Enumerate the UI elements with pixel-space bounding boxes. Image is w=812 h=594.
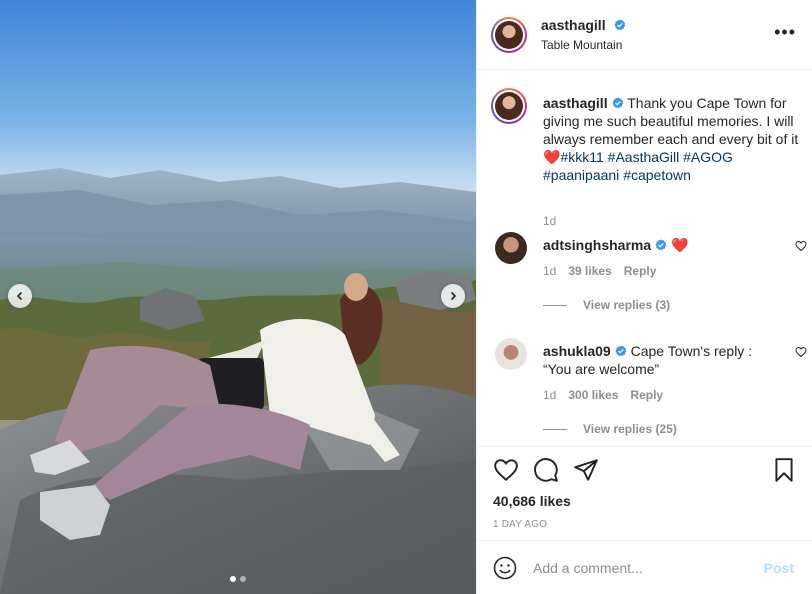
comment-time: 1d [543,264,557,278]
comment-body: ❤️ [671,237,689,253]
carousel-dot [240,576,246,582]
caption-avatar[interactable] [491,88,527,124]
author-username[interactable]: aasthagill [541,17,606,33]
bookmark-icon[interactable] [771,457,797,483]
carousel-dot-active [230,576,236,582]
commenter-avatar[interactable] [495,232,527,264]
view-replies-label: View replies (3) [583,298,671,312]
verified-icon [612,97,623,109]
commenter-username[interactable]: ashukla09 [543,343,611,359]
post-time-ago: 1 DAY AGO [493,519,548,530]
emoji-icon[interactable] [493,556,517,580]
caption-username[interactable]: aasthagill [543,95,608,111]
comment-text: adtsinghsharma ❤️ [543,236,763,254]
author-avatar[interactable] [491,16,527,53]
verified-icon [614,19,626,31]
comment-meta: 1d 300 likes Reply [543,388,663,402]
post-location[interactable]: Table Mountain [541,38,626,52]
chevron-left-icon [16,291,23,301]
view-replies-button[interactable]: View replies (3) [543,298,670,312]
caption-timestamp: 1d [543,214,557,228]
comment-text: ashukla09 Cape Town's reply : “You are w… [543,342,763,378]
comments-section: aasthagill Thank you Cape Town for givin… [477,70,812,446]
hashtag-link[interactable]: #AGOG [683,149,733,165]
post-sidebar: aasthagill Table Mountain ••• aasthagill… [476,0,812,594]
add-comment-bar: Post [477,540,812,594]
hashtag-link[interactable]: #capetown [623,167,691,183]
comment-input[interactable] [531,558,755,577]
verified-icon [615,345,627,357]
avatar-image [495,20,523,49]
commenter-avatar[interactable] [495,338,527,370]
view-replies-button[interactable]: View replies (25) [543,422,677,436]
commenter-username[interactable]: adtsinghsharma [543,237,651,253]
mountain-photo [0,168,476,594]
caption-text: aasthagill Thank you Cape Town for givin… [543,94,799,184]
more-options-icon[interactable]: ••• [774,22,796,43]
reply-button[interactable]: Reply [630,388,663,402]
view-replies-label: View replies (25) [583,422,677,436]
post-photo[interactable] [0,0,476,594]
reply-button[interactable]: Reply [624,264,657,278]
carousel-prev-button[interactable] [8,284,32,308]
post-actions: 40,686 likes 1 DAY AGO [477,446,812,530]
comment-likes[interactable]: 300 likes [568,388,618,402]
heart-emoji: ❤️ [543,149,561,165]
hashtag-link[interactable]: #paanipaani [543,167,619,183]
comment-like-heart-icon[interactable] [795,346,807,358]
comment-time: 1d [543,388,557,402]
divider-line [543,428,567,430]
action-icons [493,457,797,487]
share-icon[interactable] [573,457,599,483]
comment-icon[interactable] [533,457,559,483]
comment-like-heart-icon[interactable] [795,240,807,252]
heart-icon[interactable] [493,457,519,483]
hashtag-link[interactable]: #kkk11 [560,149,603,165]
post-comment-button[interactable]: Post [764,560,794,576]
likes-count[interactable]: 40,686 likes [493,493,571,509]
carousel-indicator [0,576,476,582]
comment-meta: 1d 39 likes Reply [543,264,656,278]
verified-icon [655,239,667,251]
hashtag-link[interactable]: #AasthaGill [608,149,680,165]
divider-line [543,304,567,306]
post-header: aasthagill Table Mountain ••• [477,0,812,70]
comment-likes[interactable]: 39 likes [568,264,611,278]
avatar-image [495,92,523,120]
carousel-next-button[interactable] [441,284,465,308]
author-info: aasthagill Table Mountain [541,17,626,52]
chevron-right-icon [450,291,457,301]
instagram-post: aasthagill Table Mountain ••• aasthagill… [0,0,812,594]
